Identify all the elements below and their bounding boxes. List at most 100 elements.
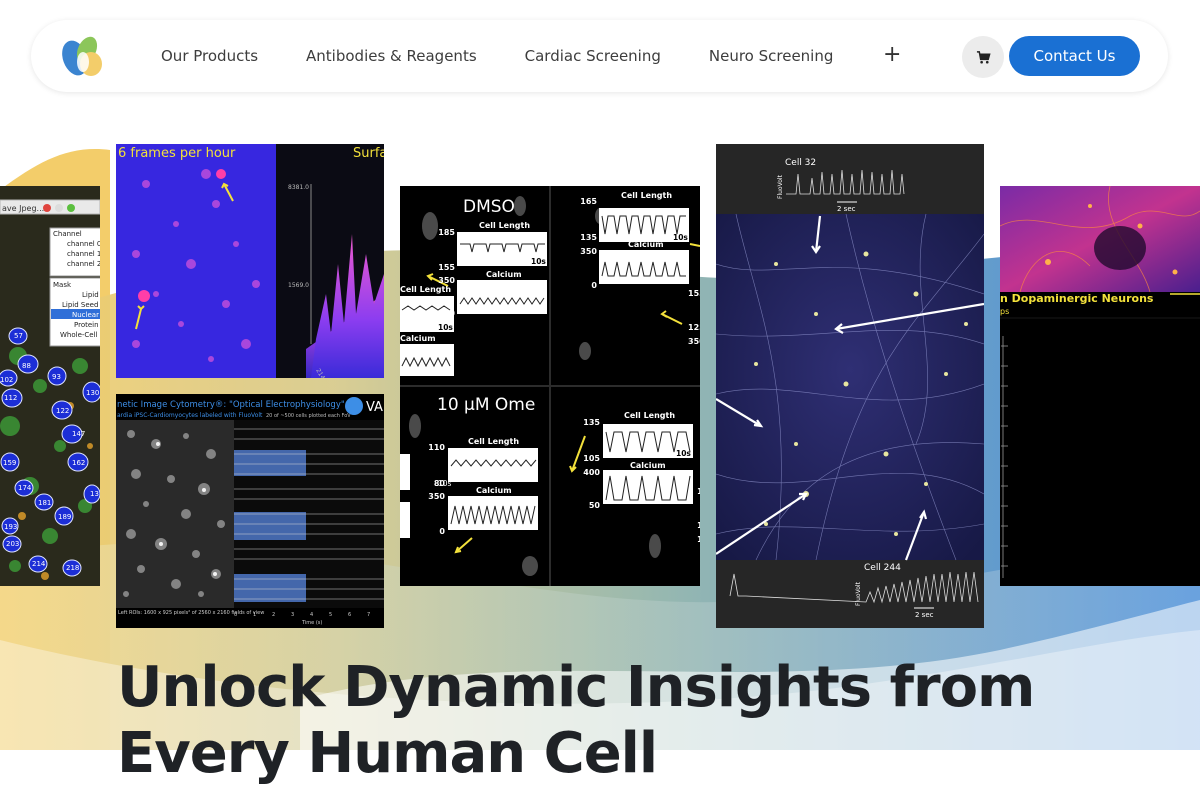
y-tick-label: 155	[438, 263, 455, 272]
mask-item[interactable]: Protein	[74, 321, 99, 329]
cell-id-label: 159	[3, 459, 16, 467]
x-tick-label: 2	[272, 612, 275, 618]
calcium-label: Calcium	[628, 240, 664, 249]
y-tick-label: 110	[428, 443, 445, 452]
y-tick-label: 135	[583, 418, 600, 427]
dopamine-subtitle: ps	[1000, 307, 1009, 316]
cell-length-label: Cell Length	[468, 437, 519, 446]
y-tick-label: 0	[439, 527, 445, 536]
x-tick-label: 4	[310, 612, 313, 618]
ome-label: 10 µM Ome	[437, 395, 535, 415]
cell-length-label: Cell Length	[479, 221, 530, 230]
cell-label-bottom: Cell 244	[864, 563, 901, 573]
ylabel-bottom: FluoVolt	[855, 581, 862, 606]
y-tick-label: 350	[428, 492, 445, 501]
y-tick-label: 0	[591, 281, 597, 290]
y-tick-label: 400	[583, 468, 600, 477]
edge-tick-label: 125	[688, 323, 700, 332]
nav-link-our-products[interactable]: Our Products	[161, 47, 258, 65]
nav-link-neuro-screening[interactable]: Neuro Screening	[709, 47, 834, 65]
y-tick-label: 50	[589, 501, 601, 510]
edge-tick-label: 155	[688, 289, 700, 298]
contact-us-button[interactable]: Contact Us	[1009, 36, 1140, 76]
cell-id-label: 13	[90, 490, 99, 498]
x-tick-label: 1	[253, 612, 256, 618]
scale-label-top: 2 sec	[837, 205, 856, 213]
scale-bar-label: 10s	[531, 257, 546, 266]
edge-tick-label: 1	[697, 521, 700, 530]
mask-item-selected[interactable]: Nuclear	[72, 311, 99, 319]
scale-bar-label: 10s	[673, 233, 688, 242]
headline-line-2: Every Human Cell	[117, 721, 658, 786]
x-tick-label: 7	[367, 612, 370, 618]
mask-item[interactable]: Lipid	[82, 291, 99, 299]
x-tick-label: 0	[234, 612, 237, 618]
x-tick-label: 3	[291, 612, 294, 618]
top-navigation-bar: Our Products Antibodies & Reagents Cardi…	[31, 20, 1168, 92]
cell-id-label: 193	[4, 523, 17, 531]
cell-id-label: 88	[22, 362, 31, 370]
neuron-network-tile: Cell 32 FluoVolt 2 sec Cell 244 FluoVolt…	[716, 144, 984, 628]
axis-label: 8381.0	[288, 184, 309, 191]
panel-header: Channel	[53, 230, 82, 238]
y-tick-label: 135	[580, 233, 597, 242]
x-tick-label: 5	[329, 612, 332, 618]
y-tick-label: 350	[580, 247, 597, 256]
y-tick-label: 80	[434, 479, 446, 488]
nav-link-cardiac-screening[interactable]: Cardiac Screening	[525, 47, 661, 65]
scale-label-bottom: 2 sec	[915, 611, 934, 619]
cell-label-top: Cell 32	[785, 158, 816, 168]
y-tick-label: 350	[438, 276, 455, 285]
cardiac-traces-tile: DMSO 10 µM Ome Cell Length Calcium Cell …	[400, 186, 700, 586]
x-tick-label: 6	[348, 612, 351, 618]
headline-line-1: Unlock Dynamic Insights from	[117, 655, 1035, 720]
plus-icon[interactable]: +	[883, 42, 901, 68]
cell-length-label: Cell Length	[621, 191, 672, 200]
cell-id-label: 93	[52, 373, 61, 381]
cell-id-label: 112	[4, 394, 17, 402]
cell-length-label: Cell Length	[624, 411, 675, 420]
cell-id-label: 174	[18, 484, 32, 492]
cell-id-label: 122	[56, 407, 69, 415]
cell-id-label: 147	[72, 430, 85, 438]
cell-id-label: 162	[72, 459, 85, 467]
nav-link-antibodies-reagents[interactable]: Antibodies & Reagents	[306, 47, 477, 65]
edge-tick-label: 1	[697, 487, 700, 496]
cell-id-label: 214	[32, 560, 46, 568]
y-tick-label: 165	[580, 197, 597, 206]
brand-logo[interactable]	[59, 32, 107, 80]
x-axis-label: Time (s)	[301, 620, 322, 626]
calcium-label: Calcium	[400, 334, 436, 343]
mask-item[interactable]: Lipid Seed	[62, 301, 98, 309]
dopamine-title: n Dopaminergic Neurons	[1000, 292, 1154, 305]
frames-caption-right: Surfa	[353, 146, 384, 161]
cell-id-label: 181	[38, 499, 51, 507]
axis-label: 1569.0	[288, 282, 309, 289]
cytometry-subtitle: ardia iPSC-Cardiomyocytes labeled with F…	[117, 412, 263, 419]
cart-icon	[976, 50, 991, 63]
image-cytometry-tile: netic Image Cytometry®: "Optical Electro…	[116, 394, 384, 628]
cell-id-label: 218	[66, 564, 79, 572]
cytometry-title: netic Image Cytometry®: "Optical Electro…	[117, 400, 345, 410]
scale-bar-label: 10s	[438, 323, 453, 332]
y-tick-label: 105	[583, 454, 600, 463]
scale-bar-label: 10s	[676, 449, 691, 458]
cell-id-label: 203	[6, 540, 19, 548]
time-lapse-image-tile: 6 frames per hour Surfa 8381.0 1569.0 21…	[116, 144, 384, 378]
hero-headline: Unlock Dynamic Insights from Every Human…	[117, 655, 1035, 787]
mask-item[interactable]: Whole-Cell	[60, 331, 98, 339]
cytometry-note: 20 of ~500 cells plotted each FoV	[266, 413, 351, 419]
cell-length-label: Cell Length	[400, 285, 451, 294]
cart-button[interactable]	[962, 36, 1004, 78]
channel-item[interactable]: channel 0	[67, 240, 100, 248]
cell-id-label: 102	[0, 376, 13, 384]
calcium-label: Calcium	[486, 270, 522, 279]
channel-item[interactable]: channel 1	[67, 250, 100, 258]
mask-header: Mask	[53, 281, 72, 289]
channel-item[interactable]: channel 2	[67, 260, 100, 268]
dopaminergic-neurons-tile: n Dopaminergic Neurons ps	[1000, 186, 1200, 586]
y-tick-label: 0	[449, 309, 455, 318]
ylabel-top: FluoVolt	[777, 174, 784, 199]
cell-id-label: 57	[14, 332, 23, 340]
cytometry-footer: Left ROIs: 1600 x 925 pixels² of 2560 x …	[118, 610, 264, 616]
